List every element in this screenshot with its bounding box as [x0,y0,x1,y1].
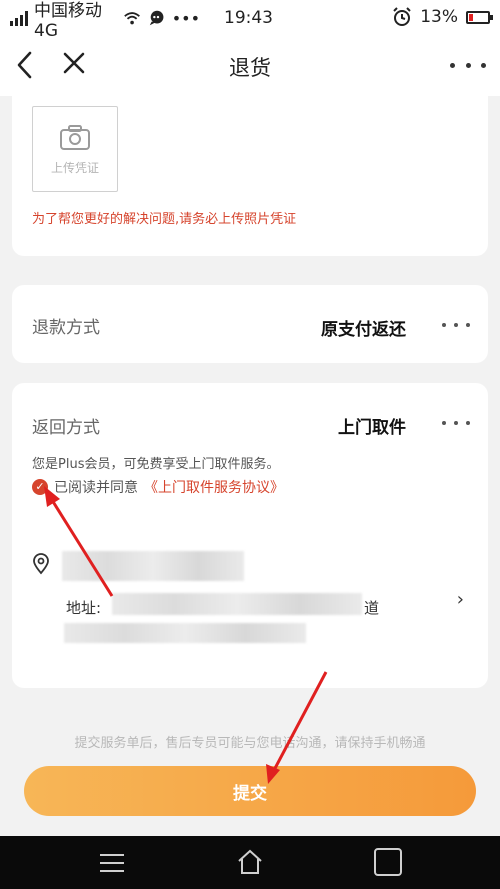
chat-icon [149,10,163,26]
battery-percent: 13% [420,7,458,27]
home-icon[interactable] [236,848,264,876]
upload-warning: 为了帮您更好的解决问题,请务必上传照片凭证 [32,212,297,227]
system-nav-bar [0,836,500,889]
upload-card: 上传凭证 为了帮您更好的解决问题,请务必上传照片凭证 [12,80,488,256]
refund-more-icon[interactable] [442,318,470,332]
menu-icon[interactable] [100,854,124,872]
battery-icon [466,10,493,24]
close-button[interactable] [60,48,90,82]
signal-icon [10,10,28,26]
contact-name-blurred [62,551,244,581]
return-method-value: 上门取件 [338,418,406,438]
close-icon [63,52,85,74]
alarm-icon [393,7,411,26]
carrier-label: 中国移动4G [34,0,102,41]
location-pin-icon [33,553,49,575]
chevron-left-icon [17,51,32,79]
checked-icon[interactable]: ✓ [32,479,48,495]
return-method-card: 返回方式 上门取件 您是Plus会员，可免费享受上门取件服务。 ✓ 已阅读并同意… [12,383,488,688]
footer-note: 提交服务单后，售后专员可能与您电话沟通，请保持手机畅通 [74,736,426,751]
status-time: 19:43 [224,8,273,28]
wifi-icon [124,12,141,25]
return-method-label: 返回方式 [32,418,100,438]
agreement-row: ✓ 已阅读并同意 《上门取件服务协议》 [32,477,284,497]
address-chevron-icon[interactable]: › [457,589,464,610]
refund-method-label: 退款方式 [32,318,100,338]
recent-apps-icon[interactable] [374,848,402,876]
address-label: 地址: [66,599,102,617]
return-more-icon[interactable] [442,416,470,430]
back-button[interactable] [14,50,42,82]
upload-proof-button[interactable]: 上传凭证 [32,106,118,192]
plus-member-note: 您是Plus会员，可免费享受上门取件服务。 [32,457,280,472]
status-bar: 中国移动4G ••• 19:43 13% [0,0,500,41]
upload-proof-label: 上传凭证 [50,161,99,175]
camera-icon [60,125,90,150]
refund-method-row[interactable]: 退款方式 原支付返还 [12,285,488,363]
agreement-link[interactable]: 《上门取件服务协议》 [144,477,284,497]
address-line2-blurred [64,623,306,643]
refund-method-value: 原支付返还 [321,320,406,340]
more-menu-button[interactable] [450,50,486,80]
agreement-text: 已阅读并同意 [54,480,138,496]
address-blurred [112,593,362,615]
more-notifications-icon: ••• [171,8,201,28]
address-tail: 道 [364,599,380,617]
submit-button[interactable]: 提交 [24,766,476,816]
